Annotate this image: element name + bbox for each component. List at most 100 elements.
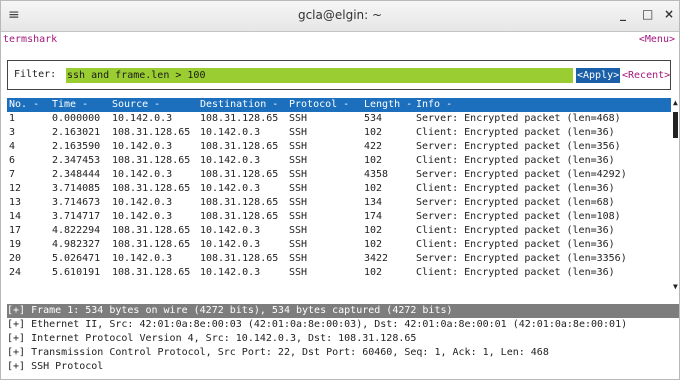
packet-row[interactable]: 13 3.714673 10.142.0.3 108.31.128.65 SSH 134 S…	[7, 196, 671, 210]
column-header-destination[interactable]: Destination -	[200, 98, 278, 112]
packet-list-scrollbar[interactable]: ▲ ▼	[673, 98, 679, 294]
packet-info: Client: Encrypted packet (len=36)	[416, 239, 615, 250]
packet-time: 3.714673	[52, 197, 101, 208]
packet-source: 10.142.0.3	[112, 253, 173, 264]
packet-source: 108.31.128.65	[112, 267, 191, 278]
minimize-button[interactable]: _	[620, 7, 626, 21]
packet-protocol: SSH	[289, 211, 308, 222]
packet-length: 102	[364, 127, 383, 138]
packet-no: 3	[9, 127, 16, 138]
packet-destination: 108.31.128.65	[200, 197, 279, 208]
detail-tree-item[interactable]: [+] Frame 1: 534 bytes on wire (4272 bit…	[7, 304, 679, 318]
packet-row[interactable]: 4 2.163590 10.142.0.3 108.31.128.65 SSH 422 Se…	[7, 140, 671, 154]
packet-destination: 108.31.128.65	[200, 169, 279, 180]
packet-info: Client: Encrypted packet (len=36)	[416, 225, 615, 236]
packet-length: 102	[364, 225, 383, 236]
packet-destination: 108.31.128.65	[200, 211, 279, 222]
packet-protocol: SSH	[289, 239, 308, 250]
packet-time: 4.822294	[52, 225, 101, 236]
packet-time: 3.714085	[52, 183, 101, 194]
packet-info: Server: Encrypted packet (len=356)	[416, 141, 621, 152]
packet-info: Client: Encrypted packet (len=36)	[416, 155, 615, 166]
column-header-source[interactable]: Source -	[112, 98, 160, 112]
packet-time: 4.982327	[52, 239, 101, 250]
packet-source: 108.31.128.65	[112, 183, 191, 194]
packet-length: 102	[364, 183, 383, 194]
packet-protocol: SSH	[289, 113, 308, 124]
packet-row[interactable]: 12 3.714085 108.31.128.65 10.142.0.3 SSH 102 C…	[7, 182, 671, 196]
packet-row[interactable]: 19 4.982327 108.31.128.65 10.142.0.3 SSH 102 C…	[7, 238, 671, 252]
packet-info: Client: Encrypted packet (len=36)	[416, 127, 615, 138]
packet-source: 108.31.128.65	[112, 155, 191, 166]
close-button[interactable]: ×	[664, 7, 674, 21]
packet-no: 13	[9, 197, 22, 208]
window-titlebar: ≡ gcla@elgin: ~ _ □ ×	[1, 1, 679, 32]
detail-tree-item[interactable]: [+] Transmission Control Protocol, Src P…	[7, 346, 679, 360]
packet-no: 17	[9, 225, 22, 236]
packet-row[interactable]: 17 4.822294 108.31.128.65 10.142.0.3 SSH 102 C…	[7, 224, 671, 238]
packet-destination: 108.31.128.65	[200, 253, 279, 264]
packet-no: 19	[9, 239, 22, 250]
window-title: gcla@elgin: ~	[297, 8, 383, 22]
packet-time: 0.000000	[52, 113, 101, 124]
packet-row[interactable]: 7 2.348444 10.142.0.3 108.31.128.65 SSH 4358 S…	[7, 168, 671, 182]
packet-length: 422	[364, 141, 383, 152]
packet-source: 10.142.0.3	[112, 211, 173, 222]
filter-label: Filter:	[14, 69, 57, 80]
detail-tree-item[interactable]: [+] Internet Protocol Version 4, Src: 10…	[7, 332, 679, 346]
packet-list: No. - Time - Source - Destination - Prot…	[7, 98, 671, 294]
detail-tree-item[interactable]: [+] SSH Protocol	[7, 360, 679, 374]
column-header-length[interactable]: Length -	[364, 98, 412, 112]
packet-no: 20	[9, 253, 22, 264]
packet-details-pane: [+] Frame 1: 534 bytes on wire (4272 bit…	[7, 304, 679, 374]
packet-protocol: SSH	[289, 169, 308, 180]
packet-destination: 10.142.0.3	[200, 183, 261, 194]
packet-length: 134	[364, 197, 383, 208]
packet-no: 1	[9, 113, 16, 124]
packet-source: 108.31.128.65	[112, 239, 191, 250]
maximize-button[interactable]: □	[642, 7, 653, 21]
packet-source: 10.142.0.3	[112, 113, 173, 124]
column-header-time[interactable]: Time -	[52, 98, 88, 112]
packet-destination: 10.142.0.3	[200, 239, 261, 250]
packet-row[interactable]: 6 2.347453 108.31.128.65 10.142.0.3 SSH 102 Cl…	[7, 154, 671, 168]
packet-info: Server: Encrypted packet (len=4292)	[416, 169, 627, 180]
column-header-no[interactable]: No. -	[9, 98, 39, 112]
packet-time: 5.026471	[52, 253, 101, 264]
scroll-down-arrow-icon[interactable]: ▼	[673, 282, 678, 291]
packet-length: 3422	[364, 253, 389, 264]
menu-button[interactable]: <Menu>	[639, 34, 675, 45]
packet-time: 2.348444	[52, 169, 101, 180]
column-header-info[interactable]: Info -	[416, 98, 452, 112]
packet-time: 3.714717	[52, 211, 101, 222]
packet-protocol: SSH	[289, 183, 308, 194]
packet-length: 102	[364, 239, 383, 250]
filter-input[interactable]: ssh and frame.len > 100	[66, 68, 573, 83]
packet-destination: 108.31.128.65	[200, 141, 279, 152]
packet-row[interactable]: 20 5.026471 10.142.0.3 108.31.128.65 SSH 3422…	[7, 252, 671, 266]
packet-info: Client: Encrypted packet (len=36)	[416, 267, 615, 278]
packet-row[interactable]: 3 2.163021 108.31.128.65 10.142.0.3 SSH 102 Cl…	[7, 126, 671, 140]
packet-info: Server: Encrypted packet (len=68)	[416, 197, 615, 208]
packet-time: 2.163021	[52, 127, 101, 138]
packet-protocol: SSH	[289, 253, 308, 264]
packet-destination: 10.142.0.3	[200, 225, 261, 236]
packet-source: 10.142.0.3	[112, 141, 173, 152]
packet-info: Server: Encrypted packet (len=108)	[416, 211, 621, 222]
packet-length: 102	[364, 155, 383, 166]
packet-row[interactable]: 1 0.000000 10.142.0.3 108.31.128.65 SSH 534 Se…	[7, 112, 671, 126]
detail-tree-item[interactable]: [+] Ethernet II, Src: 42:01:0a:8e:00:03 …	[7, 318, 679, 332]
packet-source: 108.31.128.65	[112, 127, 191, 138]
scroll-up-arrow-icon[interactable]: ▲	[673, 98, 678, 107]
packet-row[interactable]: 24 5.610191 108.31.128.65 10.142.0.3 SSH 102 C…	[7, 266, 671, 280]
packet-no: 12	[9, 183, 22, 194]
packet-protocol: SSH	[289, 197, 308, 208]
packet-protocol: SSH	[289, 155, 308, 166]
recent-button[interactable]: <Recent>	[622, 68, 670, 83]
packet-no: 24	[9, 267, 22, 278]
packet-time: 2.163590	[52, 141, 101, 152]
apply-button[interactable]: <Apply>	[576, 68, 621, 83]
scroll-thumb[interactable]	[673, 112, 678, 138]
packet-row[interactable]: 14 3.714717 10.142.0.3 108.31.128.65 SSH 174 S…	[7, 210, 671, 224]
column-header-protocol[interactable]: Protocol -	[289, 98, 349, 112]
